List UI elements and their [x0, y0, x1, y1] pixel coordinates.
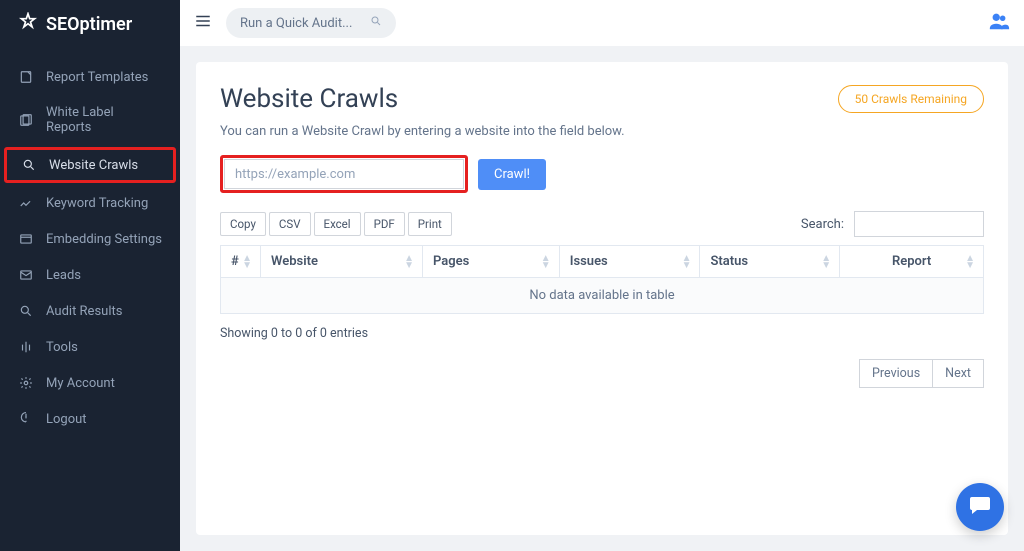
sidebar-item-label: Logout — [46, 412, 87, 427]
magnify-icon — [21, 157, 37, 173]
quick-audit-input[interactable]: Run a Quick Audit... — [226, 8, 396, 38]
excel-button[interactable]: Excel — [314, 212, 361, 236]
tools-icon — [18, 339, 34, 355]
search-icon — [370, 15, 382, 31]
sort-icon: ▲▼ — [821, 255, 831, 269]
search-icon — [18, 303, 34, 319]
col-num[interactable]: #▲▼ — [221, 246, 261, 278]
table-empty: No data available in table — [221, 278, 984, 314]
print-button[interactable]: Print — [408, 212, 452, 236]
brand-text: SEOptimer — [46, 14, 132, 35]
col-website[interactable]: Website▲▼ — [261, 246, 423, 278]
url-input[interactable] — [224, 159, 464, 189]
sidebar-item-label: Tools — [46, 340, 78, 355]
pager: Previous Next — [859, 359, 984, 388]
mail-icon — [18, 267, 34, 283]
sort-icon: ▲▼ — [682, 255, 692, 269]
hamburger-icon[interactable] — [194, 12, 212, 34]
copy-button[interactable]: Copy — [220, 212, 266, 236]
sidebar-item-tools[interactable]: Tools — [0, 329, 180, 365]
sidebar-item-label: Report Templates — [46, 70, 148, 85]
brand-icon — [18, 12, 38, 37]
gear-icon — [18, 375, 34, 391]
chat-icon — [968, 493, 992, 521]
sidebar-item-leads[interactable]: Leads — [0, 257, 180, 293]
sidebar-item-templates[interactable]: Report Templates — [0, 59, 180, 95]
nav: Report Templates White Label Reports Web… — [0, 59, 180, 437]
sidebar-item-crawls[interactable]: Website Crawls — [4, 147, 176, 183]
quick-audit-placeholder: Run a Quick Audit... — [240, 16, 352, 31]
sidebar-item-label: Keyword Tracking — [46, 196, 148, 211]
chat-launcher[interactable] — [956, 483, 1004, 531]
col-issues[interactable]: Issues▲▼ — [559, 246, 700, 278]
col-pages[interactable]: Pages▲▼ — [423, 246, 560, 278]
csv-button[interactable]: CSV — [269, 212, 311, 236]
sort-icon: ▲▼ — [242, 255, 252, 269]
sort-icon: ▲▼ — [965, 255, 975, 269]
sort-icon: ▲▼ — [541, 255, 551, 269]
sidebar-item-logout[interactable]: Logout — [0, 401, 180, 437]
table-search-input[interactable] — [854, 211, 984, 237]
files-icon — [18, 112, 34, 128]
prev-button[interactable]: Previous — [859, 359, 933, 388]
sidebar-item-label: Audit Results — [46, 304, 122, 319]
pdf-button[interactable]: PDF — [364, 212, 405, 236]
sidebar-item-account[interactable]: My Account — [0, 365, 180, 401]
page-title: Website Crawls — [220, 84, 398, 114]
entries-info: Showing 0 to 0 of 0 entries — [220, 326, 368, 341]
logout-icon — [18, 411, 34, 427]
sidebar: SEOptimer Report Templates White Label R… — [0, 0, 180, 551]
page-subtitle: You can run a Website Crawl by entering … — [220, 124, 984, 139]
sidebar-item-label: White Label Reports — [46, 105, 162, 135]
sort-icon: ▲▼ — [404, 255, 414, 269]
sidebar-item-audit[interactable]: Audit Results — [0, 293, 180, 329]
next-button[interactable]: Next — [933, 359, 984, 388]
trend-icon — [18, 195, 34, 211]
crawl-button[interactable]: Crawl! — [478, 159, 546, 190]
crawls-remaining-badge: 50 Crawls Remaining — [838, 85, 984, 113]
sidebar-item-keyword[interactable]: Keyword Tracking — [0, 185, 180, 221]
sidebar-item-whitelabel[interactable]: White Label Reports — [0, 95, 180, 145]
sidebar-item-label: Website Crawls — [49, 158, 138, 173]
sidebar-item-label: Embedding Settings — [46, 232, 162, 247]
embed-icon — [18, 231, 34, 247]
sidebar-item-label: Leads — [46, 268, 81, 283]
users-icon[interactable] — [988, 10, 1010, 36]
document-icon — [18, 69, 34, 85]
crawls-table: #▲▼ Website▲▼ Pages▲▼ Issues▲▼ Status▲▼ … — [220, 245, 984, 314]
brand-logo[interactable]: SEOptimer — [0, 0, 180, 49]
topbar: Run a Quick Audit... — [180, 0, 1024, 46]
col-status[interactable]: Status▲▼ — [700, 246, 840, 278]
sidebar-item-label: My Account — [46, 376, 115, 391]
sidebar-item-embedding[interactable]: Embedding Settings — [0, 221, 180, 257]
table-search-label: Search: — [801, 217, 844, 232]
content-card: Website Crawls 50 Crawls Remaining You c… — [196, 62, 1008, 535]
col-report[interactable]: Report▲▼ — [840, 246, 984, 278]
main: Run a Quick Audit... Website Crawls 50 C… — [180, 0, 1024, 551]
